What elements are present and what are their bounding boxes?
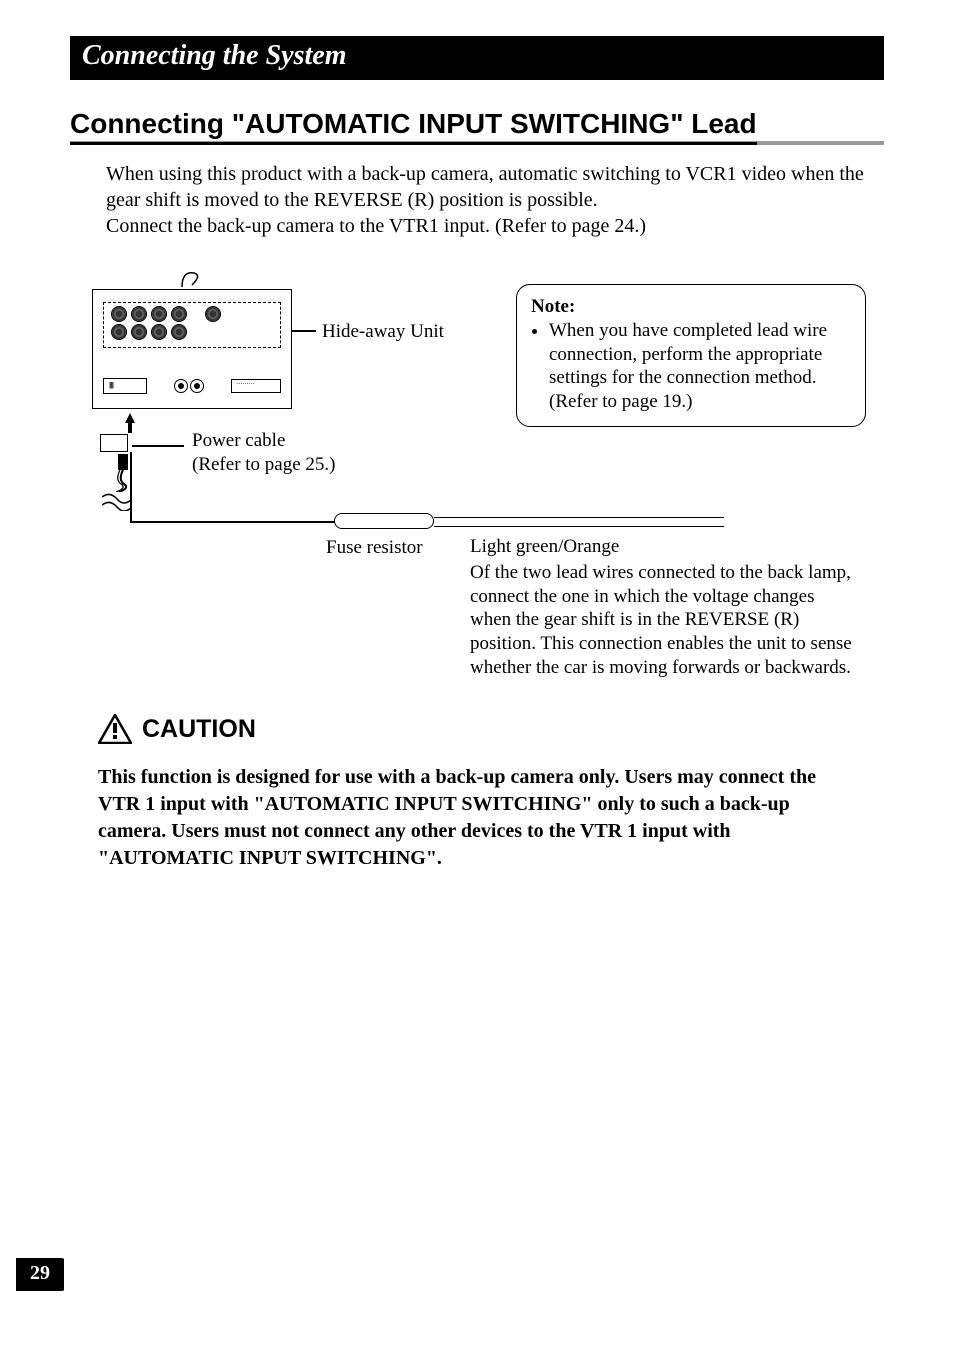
power-cable-label-text: Power cable	[192, 429, 336, 453]
hideaway-unit-illustration	[92, 289, 292, 409]
power-connector-illustration	[100, 434, 128, 452]
section-title-container: Connecting "AUTOMATIC INPUT SWITCHING" L…	[70, 108, 884, 145]
power-cable-label: Power cable (Refer to page 25.)	[192, 429, 336, 477]
caution-heading: CAUTION	[70, 714, 884, 744]
lead-wire-color: Light green/Orange	[470, 535, 860, 559]
intro-line-1: When using this product with a back-up c…	[106, 161, 884, 213]
caution-label: CAUTION	[142, 715, 256, 744]
section-title: Connecting "AUTOMATIC INPUT SWITCHING" L…	[70, 108, 757, 145]
diagram-arrow-up	[124, 413, 136, 433]
lead-wire-body: Of the two lead wires connected to the b…	[470, 561, 860, 680]
chapter-header: Connecting the System	[70, 36, 884, 80]
power-cable-ref: (Refer to page 25.)	[192, 453, 336, 477]
note-title: Note:	[531, 295, 851, 319]
lead-wire-description: Light green/Orange Of the two lead wires…	[470, 535, 860, 680]
page-number: 29	[16, 1258, 64, 1291]
power-cable-tail	[102, 493, 132, 511]
hideaway-unit-label: Hide-away Unit	[322, 321, 444, 343]
power-cable-illustration	[116, 454, 130, 492]
fuse-resistor-label: Fuse resistor	[326, 537, 423, 559]
caution-triangle-icon	[98, 714, 132, 744]
note-item-1: When you have completed lead wire connec…	[549, 319, 851, 414]
fuse-resistor-illustration	[334, 513, 434, 529]
caution-body: This function is designed for use with a…	[98, 764, 818, 872]
diagram-cable-curve	[180, 269, 204, 289]
note-box: Note: When you have completed lead wire …	[516, 284, 866, 427]
intro-paragraph: When using this product with a back-up c…	[106, 161, 884, 239]
intro-line-2: Connect the back-up camera to the VTR1 i…	[106, 213, 884, 239]
wiring-diagram: Hide-away Unit Power cable (Refer to pag…	[70, 269, 884, 659]
